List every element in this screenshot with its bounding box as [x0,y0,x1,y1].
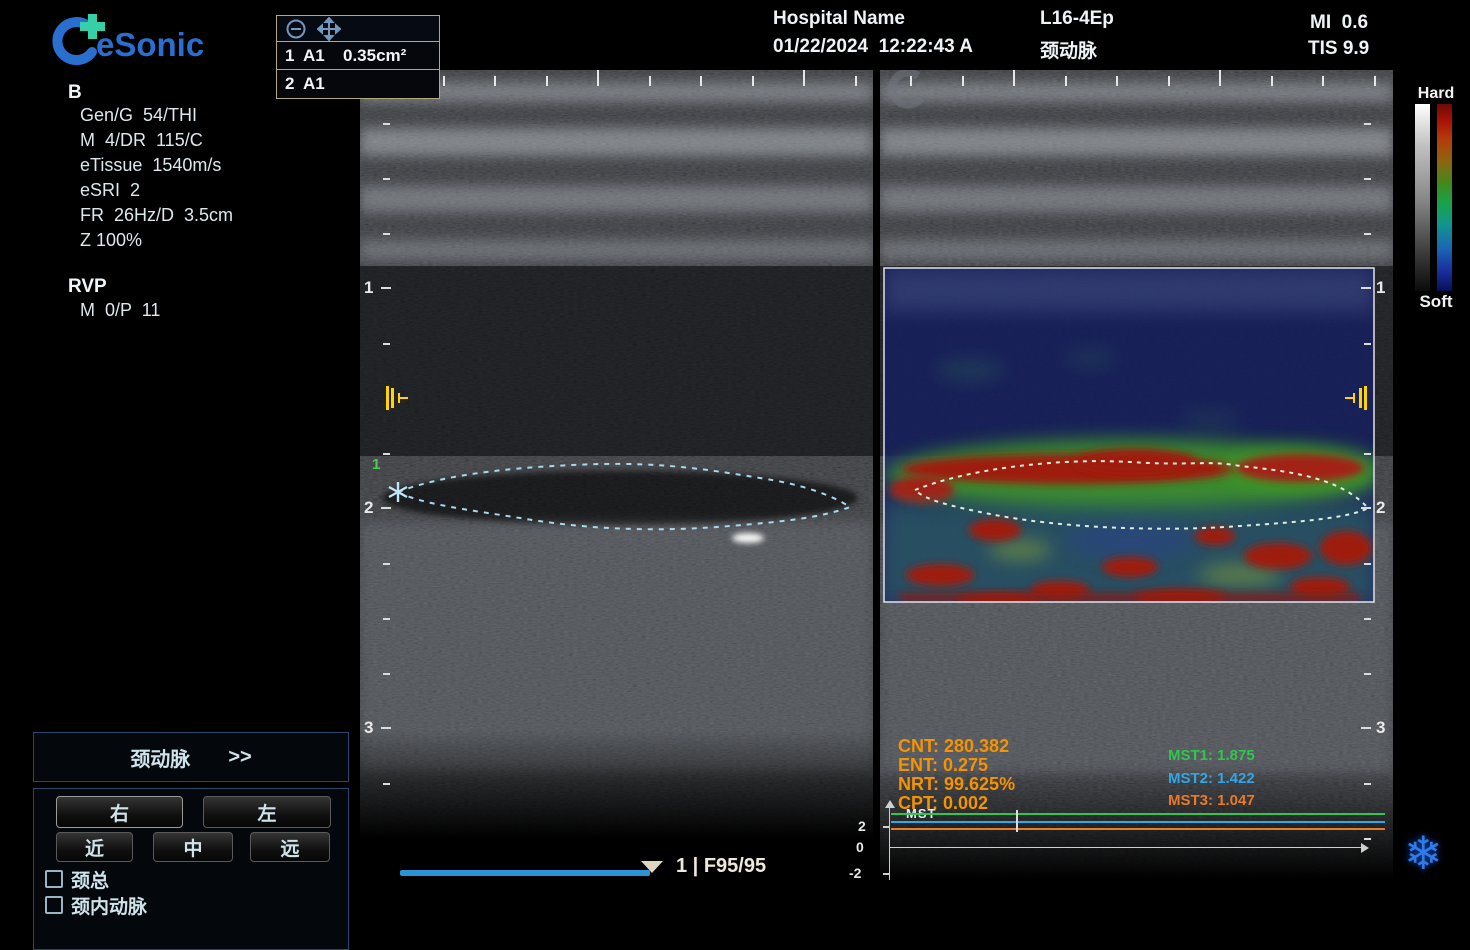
depth-tick [383,123,390,125]
measurement-tool: A1 [303,46,343,66]
depth-tick [1364,563,1371,565]
y-axis-tick-label: 0 [856,839,864,855]
mst3-line [891,828,1385,830]
stat-ent: ENT: 0.275 [898,755,988,776]
side-right-button[interactable]: 右 [56,796,183,828]
preset-selector[interactable]: 颈动脉 >> [33,732,349,782]
depth-label: 2 [1376,498,1385,518]
depth-tick [1364,838,1371,840]
stat-cnt: CNT: 280.382 [898,736,1009,757]
checkbox-ica-label[interactable]: 颈内动脉 [71,892,147,919]
depth-tick [1364,178,1371,180]
depth-label: 1 [1376,278,1385,298]
exam-control-panel: 右 左 近 中 远 颈总 颈内动脉 [33,788,349,950]
depth-far-button[interactable]: 远 [250,832,330,862]
measurement-row: 2 A1 [277,69,439,97]
depth-tick [1364,673,1371,675]
measurement-tool: A1 [303,74,343,94]
depth-label: 2 [364,498,373,518]
colorbar-hard-label: Hard [1412,85,1460,103]
depth-near-button[interactable]: 近 [56,832,133,862]
measurement-result-box: 1 A1 0.35cm² 2 A1 [276,15,440,99]
depth-tick [383,563,390,565]
depth-label: 1 [364,278,373,298]
stat-mst1: MST1: 1.875 [1168,747,1255,764]
checkbox-ica[interactable] [45,896,63,914]
depth-label: 3 [364,718,373,738]
depth-tick [1364,453,1371,455]
depth-tick [1361,287,1371,289]
preset-name: 颈动脉 [130,743,190,772]
side-left-button[interactable]: 左 [203,796,331,828]
depth-tick [381,507,391,509]
cine-marker-icon[interactable] [641,861,663,873]
y-axis-arrow-icon [885,800,895,808]
checkbox-cca-label[interactable]: 颈总 [71,866,109,893]
measurement-value: 0.35cm² [343,46,406,66]
depth-tick [381,727,391,729]
caliper-number: 1 [372,456,380,473]
graph-x-axis [889,847,1363,848]
depth-label: 3 [1376,718,1385,738]
mst1-line [891,813,1385,815]
freeze-snowflake-icon: ❄ [1404,830,1443,876]
move-icon[interactable] [317,17,341,41]
checkbox-cca[interactable] [45,870,63,888]
preset-expand[interactable]: >> [228,746,251,769]
y-axis-tick [883,826,889,828]
depth-mid-button[interactable]: 中 [153,832,233,862]
elasticity-colorbar [1437,104,1452,291]
depth-tick [1361,727,1371,729]
measurement-index: 2 [285,74,303,94]
cine-progress-bar[interactable] [400,870,650,876]
depth-tick [383,343,390,345]
graph-y-axis [889,808,890,880]
measurement-row: 1 A1 0.35cm² [277,42,439,69]
graph-cursor-tick [1016,810,1018,832]
depth-tick [383,178,390,180]
minimize-icon[interactable] [285,18,307,40]
depth-tick [383,453,390,455]
stat-mst3: MST3: 1.047 [1168,792,1255,809]
depth-tick [1364,783,1371,785]
colorbar-soft-label: Soft [1408,292,1464,312]
ultrasound-screen: eSonic 1 A1 0.35cm² 2 A1 [0,0,1470,900]
depth-tick [383,233,390,235]
depth-tick [1364,123,1371,125]
stat-nrt: NRT: 99.625% [898,774,1015,795]
depth-tick [383,618,390,620]
depth-tick [1364,343,1371,345]
measurement-index: 1 [285,46,303,66]
depth-tick [381,287,391,289]
x-axis-arrow-icon [1361,843,1369,853]
depth-tick [383,673,390,675]
depth-tick [1364,618,1371,620]
depth-tick [1364,233,1371,235]
grayscale-bar [1415,104,1430,291]
depth-tick [1361,507,1371,509]
stat-mst2: MST2: 1.422 [1168,770,1255,787]
mst2-line [891,821,1385,823]
cine-frame-counter: 1 | F95/95 [676,855,766,878]
depth-tick [383,783,390,785]
y-axis-tick-label: -2 [849,865,861,881]
y-axis-tick [883,873,889,875]
y-axis-tick-label: 2 [858,818,866,834]
